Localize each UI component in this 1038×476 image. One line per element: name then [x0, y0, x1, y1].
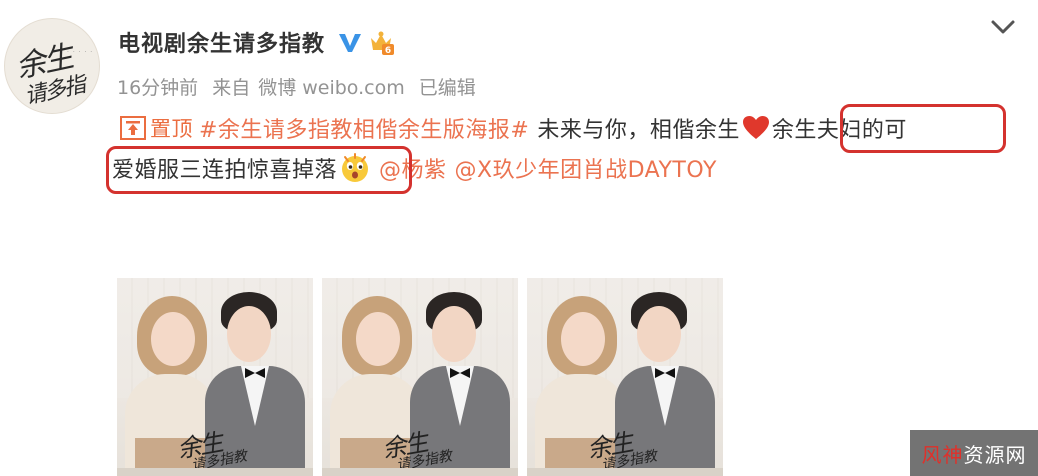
avatar-logo-dots: · · · · ·	[67, 49, 94, 56]
watermark-white-text: 资源网	[963, 442, 1027, 467]
post-text-a: 未来与你，相偕余生	[537, 118, 740, 143]
red-heart-icon	[742, 115, 770, 141]
chevron-down-icon[interactable]	[988, 16, 1018, 38]
author-row: 电视剧余生请多指教 6	[118, 25, 395, 59]
pin-label: 置顶	[150, 117, 193, 141]
post-meta: 16分钟前 来自 微博 weibo.com 已编辑	[117, 73, 476, 100]
mention-link[interactable]: @杨紫	[379, 152, 447, 184]
author-name[interactable]: 电视剧余生请多指教	[118, 26, 325, 58]
post-text-c: 爱婚服三连拍惊喜掉落	[112, 158, 338, 183]
pin-badge: 置顶	[120, 113, 193, 143]
post-image[interactable]: 余生 请多指教	[527, 278, 723, 476]
watermark-red-text: 风神	[921, 442, 964, 467]
mention-link[interactable]: @X玖少年团肖战DAYTOY	[455, 152, 717, 184]
post-image[interactable]: 余生 请多指教	[117, 278, 313, 476]
post-text-line-1: 置顶 #余生请多指教相偕余生版海报# 未来与你，相偕余生 余生夫妇的可	[112, 108, 907, 148]
svg-text:6: 6	[385, 46, 391, 56]
post-text-line-2: 爱婚服三连拍惊喜掉落 @杨紫 @X玖少年团肖战DAYTOY	[112, 148, 717, 188]
member-crown-icon[interactable]: 6	[367, 28, 395, 56]
pin-icon	[120, 116, 146, 140]
watermark: 风神 资源网	[910, 430, 1038, 476]
post-image[interactable]: 余生 请多指教	[322, 278, 518, 476]
edited-label[interactable]: 已编辑	[419, 73, 476, 100]
hashtag-link[interactable]: #余生请多指教相偕余生版海报#	[199, 112, 529, 144]
verified-v-icon[interactable]	[337, 29, 363, 55]
avatar[interactable]: 余生 · · · · · 请多指教	[4, 18, 100, 114]
post-source-group: 来自 微博 weibo.com	[212, 73, 405, 100]
surprised-face-emoji-icon	[339, 152, 371, 184]
post-time[interactable]: 16分钟前	[117, 73, 198, 100]
post-text-b: 余生夫妇的可	[771, 118, 907, 143]
from-label: 来自	[212, 77, 251, 99]
post-source[interactable]: 微博 weibo.com	[258, 73, 405, 100]
